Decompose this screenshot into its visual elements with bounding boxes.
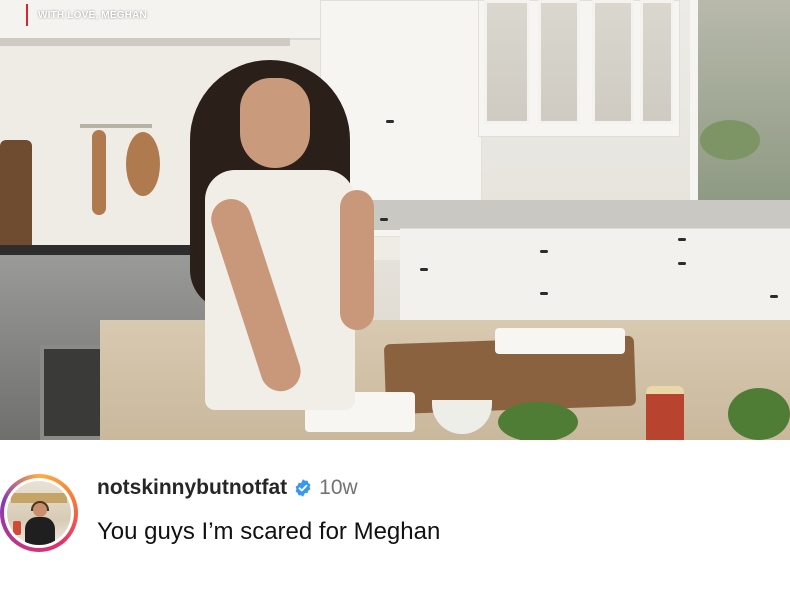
person-arm xyxy=(340,190,374,330)
cabinet-handle xyxy=(386,120,394,123)
kitchen-window xyxy=(690,0,790,200)
cabinet-handle xyxy=(420,268,428,271)
towel xyxy=(495,328,625,354)
cabinet-handle xyxy=(380,218,388,221)
utensil-rail xyxy=(80,124,152,128)
herbs xyxy=(498,402,578,440)
copper-pan xyxy=(126,132,160,196)
verified-badge-icon xyxy=(295,479,311,497)
comment: notskinnybutnotfat 10w You guys I’m scar… xyxy=(0,440,790,589)
vegetables xyxy=(728,388,790,440)
video-frame[interactable]: WITH LOVE, MEGHAN xyxy=(0,0,790,440)
cabinet-handle xyxy=(678,262,686,265)
avatar-head xyxy=(33,503,47,517)
username[interactable]: notskinnybutnotfat xyxy=(97,476,287,500)
comment-timestamp: 10w xyxy=(319,476,358,499)
comment-meta: notskinnybutnotfat 10w xyxy=(97,476,358,500)
show-watermark: WITH LOVE, MEGHAN xyxy=(26,4,147,26)
wooden-spoon xyxy=(92,130,106,215)
person-face xyxy=(240,78,310,168)
avatar-story-ring[interactable] xyxy=(0,474,78,552)
cabinet-glass-pane xyxy=(592,0,634,124)
cabinet-handle xyxy=(540,250,548,253)
cabinet-glass-pane xyxy=(538,0,580,124)
cabinet-glass-pane xyxy=(640,0,674,124)
jam-jar xyxy=(646,386,684,440)
watermark-text: WITH LOVE, MEGHAN xyxy=(38,9,147,21)
range-hood-shadow xyxy=(0,38,290,46)
back-counter xyxy=(360,200,790,230)
avatar-ring-gap xyxy=(4,478,74,548)
avatar[interactable] xyxy=(7,481,71,545)
avatar-body xyxy=(25,517,55,545)
comment-text: You guys I’m scared for Meghan xyxy=(97,518,441,545)
potted-plant xyxy=(700,120,760,160)
cabinet-handle xyxy=(540,292,548,295)
cabinet-glass-pane xyxy=(484,0,530,124)
cabinet-handle xyxy=(770,295,778,298)
cabinet-handle xyxy=(678,238,686,241)
cutting-board-wall xyxy=(0,140,32,260)
avatar-jar xyxy=(13,521,21,535)
watermark-accent-bar xyxy=(26,4,28,26)
